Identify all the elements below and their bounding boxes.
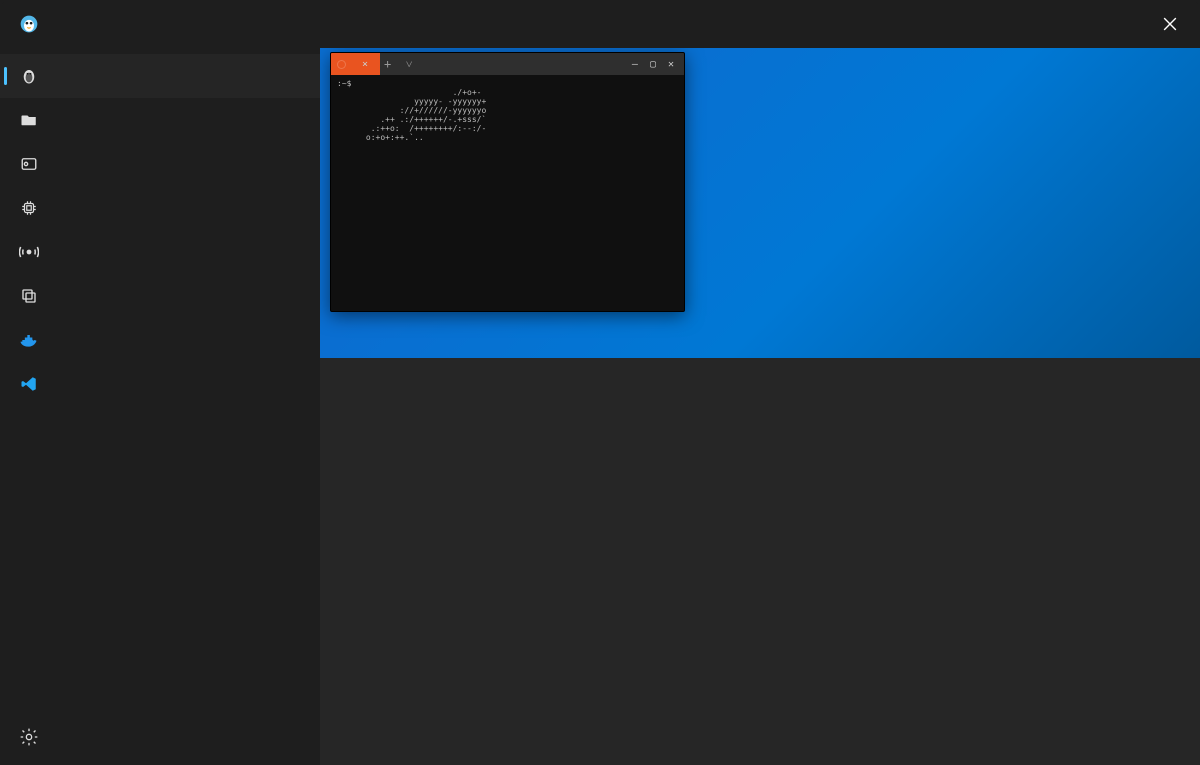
sidebar-nav xyxy=(0,54,320,709)
sidebar-item-distro[interactable] xyxy=(0,274,320,318)
sidebar-item-filesystems[interactable] xyxy=(0,98,320,142)
window-close-button[interactable] xyxy=(1148,2,1192,46)
gear-icon xyxy=(18,726,40,748)
app-icon xyxy=(18,13,40,35)
hero-image: × + ˅—▢✕ :~$ ./+o+- yyyyy- -yyyyyy+ ://+… xyxy=(320,48,1200,358)
sidebar-item-vscode[interactable] xyxy=(0,362,320,406)
content-pane: × + ˅—▢✕ :~$ ./+o+- yyyyy- -yyyyyy+ ://+… xyxy=(320,48,1200,765)
titlebar xyxy=(0,0,1200,48)
stack-icon xyxy=(18,285,40,307)
terminal-ubuntu: × + ˅—▢✕ :~$ ./+o+- yyyyy- -yyyyyy+ ://+… xyxy=(330,52,685,312)
sidebar-item-networking[interactable] xyxy=(0,230,320,274)
sidebar xyxy=(0,48,320,765)
docker-icon xyxy=(18,329,40,351)
chip-icon xyxy=(18,197,40,219)
sidebar-item-gui-apps[interactable] xyxy=(0,142,320,186)
sidebar-item-general[interactable] xyxy=(0,54,320,98)
sidebar-item-docker[interactable] xyxy=(0,318,320,362)
vscode-icon xyxy=(18,373,40,395)
sidebar-item-settings[interactable] xyxy=(0,709,320,765)
folder-icon xyxy=(18,109,40,131)
close-icon xyxy=(1163,17,1177,31)
penguin-icon xyxy=(18,65,40,87)
window-icon xyxy=(18,153,40,175)
sidebar-item-gpu[interactable] xyxy=(0,186,320,230)
signal-icon xyxy=(18,241,40,263)
